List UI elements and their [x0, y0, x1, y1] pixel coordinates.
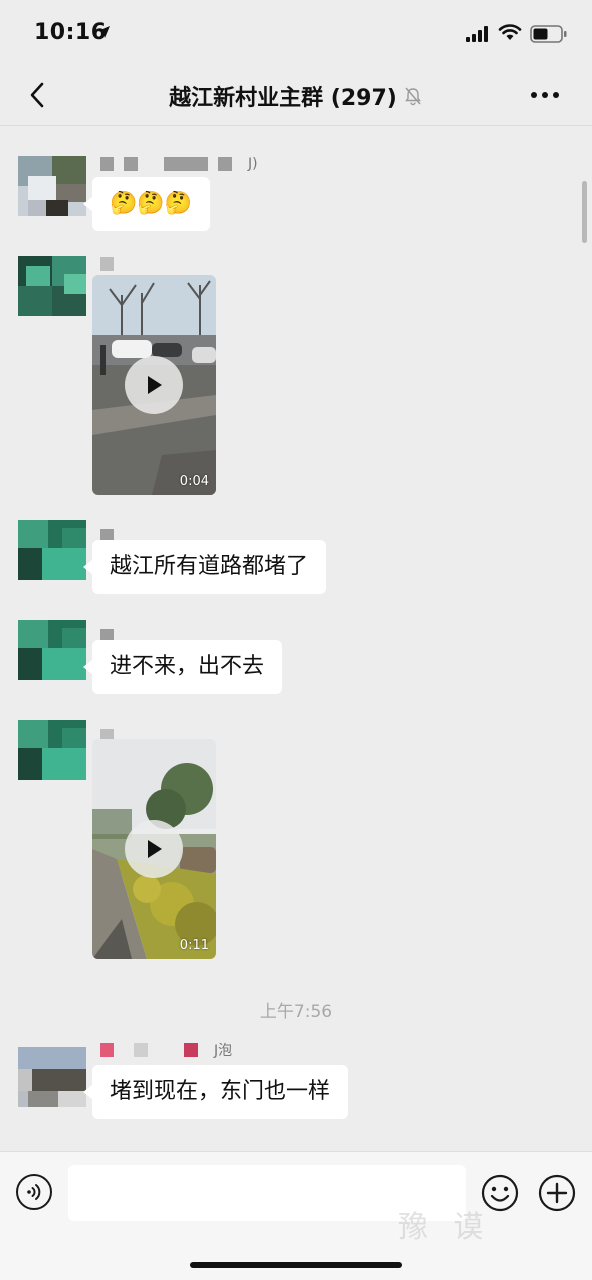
status-bar: 10:16: [0, 0, 592, 66]
voice-icon: [27, 1184, 41, 1200]
sender-name: [100, 257, 114, 271]
plus-circle-icon: [538, 1174, 576, 1212]
scrollbar[interactable]: [582, 181, 587, 243]
wifi-icon: [498, 24, 522, 40]
video-message[interactable]: 0:11: [92, 739, 216, 959]
battery-icon: [530, 25, 567, 43]
message-text: 堵到现在，东门也一样: [110, 1079, 331, 1104]
ellipsis-icon: [531, 92, 559, 98]
bell-off-icon: [404, 87, 421, 106]
avatar[interactable]: [18, 620, 86, 680]
avatar[interactable]: [18, 520, 86, 580]
cellular-signal-icon: [466, 26, 488, 42]
sender-name-suffix: J): [248, 156, 258, 172]
avatar[interactable]: [18, 256, 86, 316]
sender-name: J泡: [100, 1043, 233, 1059]
add-attachment-button[interactable]: [538, 1174, 576, 1212]
status-time: 10:16: [34, 20, 107, 45]
voice-input-button[interactable]: [16, 1174, 52, 1210]
message-text: 进不来，出不去: [110, 654, 265, 679]
message-text: 越江所有道路都堵了: [110, 554, 309, 579]
message-text: 🤔🤔🤔: [110, 191, 193, 216]
avatar[interactable]: [18, 1047, 86, 1107]
message-bubble[interactable]: 越江所有道路都堵了: [82, 540, 327, 594]
chat-title: 越江新村业主群 (297): [169, 86, 397, 111]
video-message[interactable]: 0:04: [92, 275, 216, 495]
watermark: 豫 谟: [398, 1210, 492, 1245]
more-options-button[interactable]: [528, 80, 562, 110]
chat-title-container: 越江新村业主群 (297): [0, 80, 592, 112]
play-button[interactable]: [125, 356, 183, 414]
video-duration: 0:11: [179, 938, 209, 953]
avatar[interactable]: [18, 156, 86, 216]
video-duration: 0:04: [179, 474, 209, 489]
sender-name-suffix: J泡: [214, 1043, 233, 1059]
message-bubble[interactable]: 🤔🤔🤔: [82, 177, 211, 231]
play-icon: [148, 376, 162, 394]
message-bubble[interactable]: 进不来，出不去: [82, 640, 283, 694]
input-bar: 豫 谟: [0, 1151, 592, 1280]
chat-message-list[interactable]: J) 🤔🤔🤔 0:04 越江所有道路都堵了 进不来，出不去 0:11 上午7:5…: [0, 127, 592, 1151]
avatar[interactable]: [18, 720, 86, 780]
play-button[interactable]: [125, 820, 183, 878]
play-icon: [148, 840, 162, 858]
home-indicator[interactable]: [190, 1262, 402, 1268]
nav-bar: 越江新村业主群 (297): [0, 66, 592, 126]
sender-name: J): [100, 156, 258, 172]
message-timestamp: 上午7:56: [259, 1002, 333, 1022]
location-arrow-icon: [98, 26, 110, 38]
message-bubble[interactable]: 堵到现在，东门也一样: [82, 1065, 349, 1119]
